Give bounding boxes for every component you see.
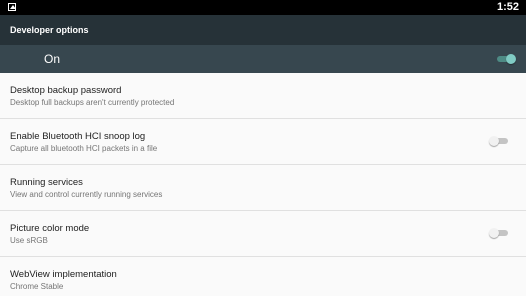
setting-summary: Capture all bluetooth HCI packets in a f… bbox=[10, 144, 158, 153]
settings-list: Desktop backup password Desktop full bac… bbox=[0, 73, 526, 296]
picture-color-mode-toggle[interactable] bbox=[489, 226, 509, 240]
setting-webview-implementation[interactable]: WebView implementation Chrome Stable bbox=[0, 257, 526, 296]
setting-title: WebView implementation bbox=[10, 269, 117, 280]
master-switch-label: On bbox=[44, 52, 61, 66]
setting-summary: Use sRGB bbox=[10, 236, 48, 245]
setting-bluetooth-hci-snoop-log[interactable]: Enable Bluetooth HCI snoop log Capture a… bbox=[0, 119, 526, 165]
page-title: Developer options bbox=[10, 25, 89, 35]
setting-title: Running services bbox=[10, 177, 83, 188]
status-time: 1:52 bbox=[496, 1, 519, 13]
status-bar: 1:52 bbox=[0, 0, 526, 15]
master-switch-bar[interactable]: On bbox=[0, 45, 526, 73]
setting-running-services[interactable]: Running services View and control curren… bbox=[0, 165, 526, 211]
switch-thumb bbox=[489, 136, 499, 146]
setting-title: Picture color mode bbox=[10, 223, 90, 234]
setting-picture-color-mode[interactable]: Picture color mode Use sRGB bbox=[0, 211, 526, 257]
image-notification-icon bbox=[8, 3, 16, 11]
developer-options-screen: 1:52 Developer options On Desktop backup… bbox=[0, 0, 526, 296]
bluetooth-hci-snoop-toggle[interactable] bbox=[489, 134, 509, 148]
switch-thumb bbox=[489, 228, 499, 238]
switch-thumb bbox=[506, 54, 516, 64]
setting-summary: Chrome Stable bbox=[10, 282, 64, 291]
setting-summary: Desktop full backups aren't currently pr… bbox=[10, 98, 175, 107]
setting-title: Desktop backup password bbox=[10, 85, 122, 96]
setting-title: Enable Bluetooth HCI snoop log bbox=[10, 131, 146, 142]
master-toggle-switch[interactable] bbox=[496, 52, 516, 66]
setting-summary: View and control currently running servi… bbox=[10, 190, 163, 199]
setting-desktop-backup-password[interactable]: Desktop backup password Desktop full bac… bbox=[0, 73, 526, 119]
app-bar: Developer options bbox=[0, 15, 526, 45]
